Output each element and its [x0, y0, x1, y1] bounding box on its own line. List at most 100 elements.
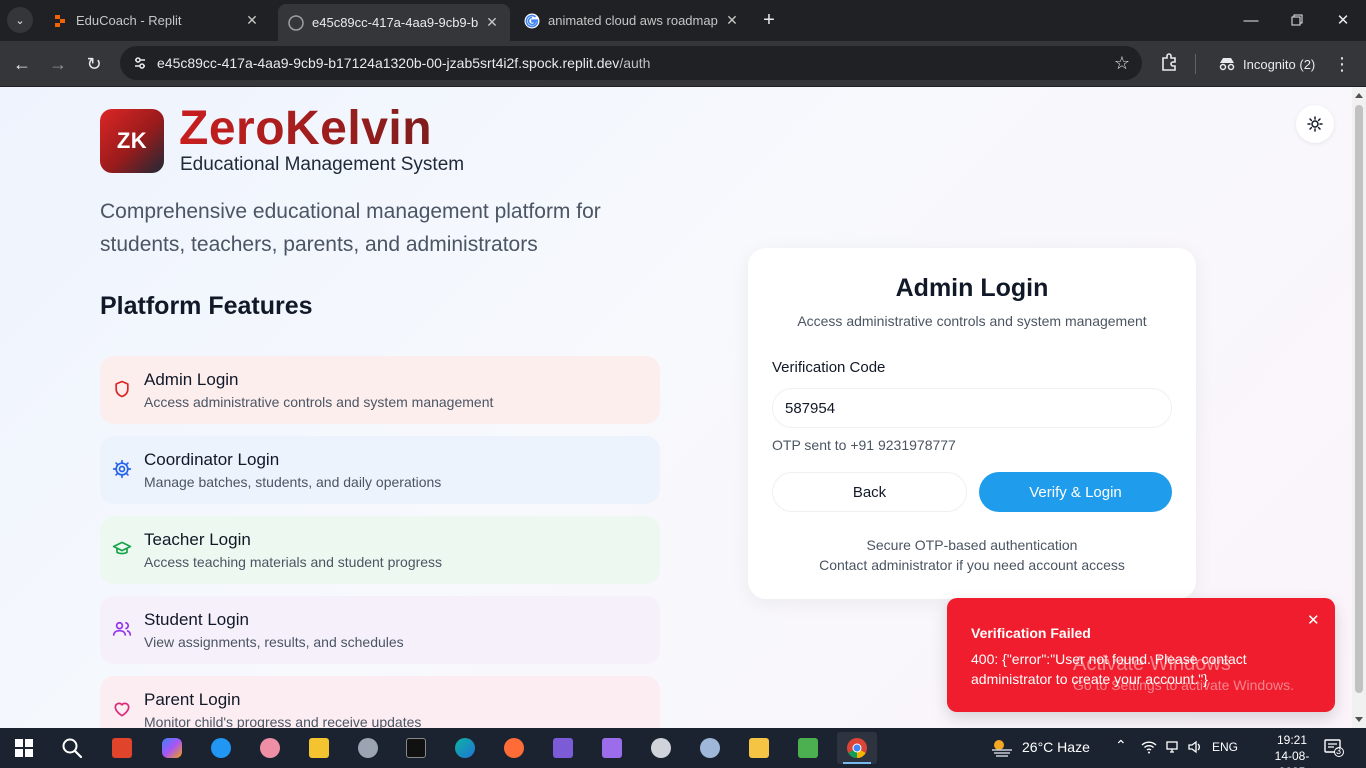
scrollbar-thumb[interactable]: [1355, 105, 1363, 693]
page-viewport: ZK ZeroKelvin Educational Management Sys…: [0, 87, 1352, 728]
back-button[interactable]: Back: [772, 472, 967, 512]
reload-icon[interactable]: ↻: [80, 50, 108, 78]
start-button[interactable]: [4, 732, 44, 764]
graduation-cap-icon: [112, 541, 132, 555]
notification-icon[interactable]: 3: [1324, 739, 1344, 757]
feature-title: Student Login: [144, 610, 249, 629]
tab-google-search[interactable]: animated cloud aws roadmap w ✕: [514, 6, 750, 35]
feature-desc: Access administrative controls and syste…: [144, 394, 494, 410]
edge-icon[interactable]: [445, 732, 485, 764]
tab-title: EduCoach - Replit: [76, 13, 182, 28]
postman-icon[interactable]: [494, 732, 534, 764]
minimize-button[interactable]: —: [1228, 0, 1274, 40]
tray-overflow-icon[interactable]: ⌃: [1115, 737, 1127, 754]
weather-widget[interactable]: 26°C Haze: [990, 737, 1090, 757]
bookmark-star-icon[interactable]: ☆: [1114, 53, 1130, 74]
tab-educoach[interactable]: EduCoach - Replit ✕: [42, 6, 270, 35]
incognito-label: Incognito (2): [1243, 56, 1316, 72]
feature-desc: Monitor child's progress and receive upd…: [144, 714, 422, 728]
file-explorer-icon[interactable]: [739, 732, 779, 764]
logo-text: ZK: [116, 128, 148, 153]
terminal-app-icon[interactable]: [396, 732, 436, 764]
close-icon[interactable]: ✕: [484, 14, 500, 31]
feature-admin-login[interactable]: Admin Login Access administrative contro…: [100, 356, 660, 424]
new-tab-button[interactable]: +: [758, 9, 780, 31]
incognito-icon: [1219, 58, 1235, 71]
feature-desc: View assignments, results, and schedules: [144, 634, 404, 650]
paint-app-icon[interactable]: [250, 732, 290, 764]
activate-windows-subtitle: Go to Settings to activate Windows.: [1073, 677, 1294, 693]
power-app-icon[interactable]: [102, 732, 142, 764]
login-title: Admin Login: [895, 274, 1049, 302]
clock-date: 14-08-2025: [1274, 749, 1310, 768]
close-icon[interactable]: ✕: [244, 12, 260, 29]
feature-title: Admin Login: [144, 370, 239, 389]
users-icon: [112, 621, 132, 636]
feature-coordinator-login[interactable]: Coordinator Login Manage batches, studen…: [100, 436, 660, 504]
tab-search-button[interactable]: ⌄: [7, 7, 33, 33]
tab-title: animated cloud aws roadmap w: [548, 13, 718, 28]
sync-app-icon[interactable]: [201, 732, 241, 764]
volume-icon[interactable]: [1187, 740, 1203, 757]
feature-teacher-login[interactable]: Teacher Login Access teaching materials …: [100, 516, 660, 584]
settings-tools-icon[interactable]: [348, 732, 388, 764]
address-bar[interactable]: e45c89cc-417a-4aa9-9cb9-b17124a1320b-00-…: [120, 46, 1142, 80]
search-icon[interactable]: [52, 732, 92, 764]
shield-icon: [115, 380, 129, 398]
kebab-menu-icon[interactable]: ⋮: [1332, 51, 1352, 77]
feature-desc: Manage batches, students, and daily oper…: [144, 474, 442, 490]
notification-count: 3: [1336, 746, 1342, 756]
windows-taskbar: 26°C Haze ⌃ ENG 19:21 14-08-2025 3: [0, 728, 1366, 768]
tab-auth[interactable]: e45c89cc-417a-4aa9-9cb9-b17 ✕: [278, 4, 510, 41]
close-window-button[interactable]: ✕: [1320, 0, 1366, 40]
visual-studio-icon[interactable]: [543, 732, 583, 764]
contact-note: Contact administrator if you need accoun…: [819, 557, 1125, 573]
haze-icon: [992, 740, 1012, 757]
gear-icon: [112, 459, 132, 479]
visual-studio-2-icon[interactable]: [592, 732, 632, 764]
settings-icon[interactable]: [641, 732, 681, 764]
security-note: Secure OTP-based authentication: [866, 537, 1078, 553]
tagline: Comprehensive educational management pla…: [100, 200, 601, 256]
site-settings-icon: [288, 14, 304, 31]
extensions-icon[interactable]: [1158, 51, 1182, 75]
tab-strip: ⌄ EduCoach - Replit ✕ e45c89cc-417a-4aa9…: [0, 0, 1366, 41]
close-icon[interactable]: ✕: [1307, 611, 1320, 629]
wifi-icon[interactable]: [1141, 740, 1157, 757]
forward-icon[interactable]: →: [44, 50, 72, 78]
replit-icon: [52, 13, 68, 29]
weather-text: 26°C Haze: [1022, 739, 1090, 755]
heart-icon: [114, 702, 130, 717]
incognito-button[interactable]: Incognito (2): [1208, 48, 1325, 80]
clock[interactable]: 19:21 14-08-2025: [1262, 732, 1322, 768]
sun-icon: [1307, 116, 1323, 132]
close-icon[interactable]: ✕: [724, 12, 740, 29]
restore-button[interactable]: [1274, 0, 1320, 40]
archive-app-icon[interactable]: [299, 732, 339, 764]
browser-toolbar: ← → ↻ e45c89cc-417a-4aa9-9cb9-b17124a132…: [0, 41, 1366, 87]
toast-title: Verification Failed: [971, 625, 1091, 641]
feature-title: Teacher Login: [144, 530, 251, 549]
google-icon: [524, 13, 540, 29]
toolbar-divider: [1195, 54, 1196, 74]
scroll-down-icon[interactable]: [1355, 717, 1363, 722]
feature-parent-login[interactable]: Parent Login Monitor child's progress an…: [100, 676, 660, 728]
url-host: e45c89cc-417a-4aa9-9cb9-b17124a1320b-00-…: [157, 55, 620, 71]
verify-login-button[interactable]: Verify & Login: [979, 472, 1172, 512]
copilot-icon[interactable]: [152, 732, 192, 764]
chevron-down-icon: ⌄: [15, 14, 25, 27]
back-icon[interactable]: ←: [8, 50, 36, 78]
network-icon[interactable]: [1165, 740, 1179, 757]
page-scrollbar[interactable]: [1352, 87, 1366, 728]
scroll-up-icon[interactable]: [1355, 93, 1363, 98]
paint-palette-icon[interactable]: [690, 732, 730, 764]
spreadsheet-app-icon[interactable]: [788, 732, 828, 764]
chrome-icon[interactable]: [837, 732, 877, 764]
site-info-icon[interactable]: [128, 51, 152, 75]
feature-student-login[interactable]: Student Login View assignments, results,…: [100, 596, 660, 664]
otp-input[interactable]: [772, 388, 1172, 428]
theme-toggle-button[interactable]: [1296, 105, 1334, 143]
brand-name: ZeroKelvin: [179, 102, 433, 155]
language-indicator[interactable]: ENG: [1212, 740, 1238, 754]
brand-subtitle: Educational Management System: [180, 154, 465, 175]
